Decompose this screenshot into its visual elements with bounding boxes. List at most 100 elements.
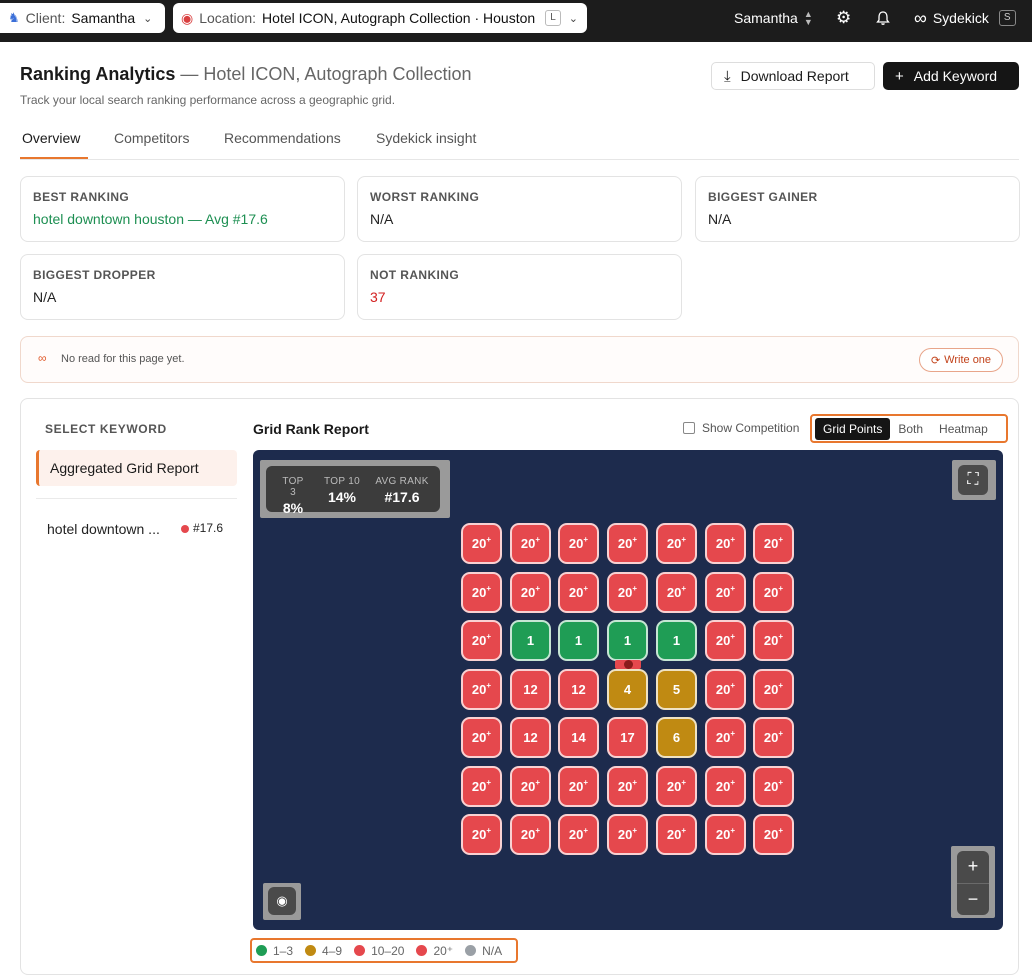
card-best-ranking: BEST RANKING hotel downtown houston — Av… (20, 176, 345, 242)
grid-point-cell[interactable]: 20 + (510, 523, 551, 564)
grid-point-cell[interactable]: 20 + (656, 523, 697, 564)
add-keyword-button[interactable]: + Add Keyword (883, 62, 1019, 90)
grid-point-cell[interactable]: 1 (656, 620, 697, 661)
chevron-down-icon: ⌄ (143, 12, 153, 25)
grid-point-cell[interactable]: 20 + (753, 766, 794, 807)
grid-point-cell[interactable]: 20 + (607, 572, 648, 613)
grid-point-cell[interactable]: 20 + (558, 572, 599, 613)
grid-point-cell[interactable]: 20 + (753, 523, 794, 564)
view-heatmap[interactable]: Heatmap (931, 418, 996, 440)
bell-icon[interactable] (875, 0, 891, 36)
grid-point-cell[interactable]: 20 + (753, 620, 794, 661)
card-value: N/A (370, 211, 394, 227)
card-label: BIGGEST DROPPER (33, 268, 156, 282)
location-selector[interactable]: ◉ Location: Hotel ICON, Autograph Collec… (173, 3, 587, 33)
sydekick-button[interactable]: ∞ Sydekick S (914, 0, 1016, 36)
refresh-icon: ⟳ (930, 354, 941, 367)
zoom-out-button[interactable]: − (957, 883, 989, 915)
location-value: Hotel ICON, Autograph Collection · Houst… (262, 10, 536, 26)
grid-point-cell[interactable]: 1 (607, 620, 648, 661)
visibility-toggle-button[interactable]: ◉ (263, 883, 301, 920)
grid-point-cell[interactable]: 20 + (705, 523, 746, 564)
grid-point-cell[interactable]: 20 + (461, 620, 502, 661)
grid-point-cell[interactable]: 20 + (753, 717, 794, 758)
grid-point-cell[interactable]: 20 + (656, 814, 697, 855)
grid-point-cell[interactable]: 20 + (705, 572, 746, 613)
legend-item: N/A (465, 944, 502, 958)
grid-point-cell[interactable]: 12 (510, 669, 551, 710)
grid-point-cell[interactable]: 20 + (705, 620, 746, 661)
grid-point-cell[interactable]: 20 + (753, 572, 794, 613)
zoom-in-button[interactable]: + (957, 851, 989, 883)
checkbox[interactable] (683, 422, 695, 434)
grid-point-cell[interactable]: 20 + (607, 766, 648, 807)
grid-point-cell[interactable]: 20 + (461, 766, 502, 807)
legend-swatch (256, 945, 267, 956)
write-one-button[interactable]: ⟳ Write one (919, 348, 1003, 372)
tab-competitors[interactable]: Competitors (114, 130, 189, 146)
legend-item: 4–9 (305, 944, 342, 958)
grid-point-cell[interactable]: 20 + (461, 669, 502, 710)
client-selector[interactable]: ♞ Client: Samantha ⌄ (0, 3, 165, 33)
grid-point-cell[interactable]: 20 + (510, 766, 551, 807)
grid-point-cell[interactable]: 20 + (558, 523, 599, 564)
grid-point-cell[interactable]: 6 (656, 717, 697, 758)
grid-point-cell[interactable]: 1 (510, 620, 551, 661)
fullscreen-button[interactable]: ⛶ (952, 460, 996, 500)
download-report-label: Download Report (740, 68, 849, 84)
view-mode-toggle: Grid Points Both Heatmap (810, 414, 1008, 443)
grid-point-cell[interactable]: 20 + (705, 669, 746, 710)
grid-point-cell[interactable]: 20 + (753, 669, 794, 710)
grid-point-cell[interactable]: 20 + (461, 523, 502, 564)
grid-point-cell[interactable]: 14 (558, 717, 599, 758)
grid-point-cell[interactable]: 1 (558, 620, 599, 661)
show-competition-toggle[interactable]: Show Competition (683, 421, 799, 435)
grid-map[interactable]: TOP 3 8% TOP 10 14% AVG RANK #17.6 ⛶ + −… (253, 450, 1003, 930)
grid-point-cell[interactable]: 12 (510, 717, 551, 758)
legend-swatch (465, 945, 477, 956)
grid-point-cell[interactable]: 20 + (461, 572, 502, 613)
grid-point-cell[interactable]: 20 + (461, 814, 502, 855)
grid-point-cell[interactable]: 20 + (607, 523, 648, 564)
card-biggest-dropper: BIGGEST DROPPER N/A (20, 254, 345, 320)
grid-point-cell[interactable]: 12 (558, 669, 599, 710)
user-name: Samantha (734, 10, 798, 26)
map-stats-panel: TOP 3 8% TOP 10 14% AVG RANK #17.6 (266, 466, 440, 516)
tab-recommendations[interactable]: Recommendations (224, 130, 341, 146)
card-not-ranking: NOT RANKING 37 (357, 254, 682, 320)
card-worst-ranking: WORST RANKING N/A (357, 176, 682, 242)
location-pin (615, 660, 641, 669)
grid-point-cell[interactable]: 20 + (656, 572, 697, 613)
infinity-icon: ∞ (38, 351, 47, 365)
grid-point-cell[interactable]: 20 + (656, 766, 697, 807)
stat-avg-rank: AVG RANK #17.6 (372, 476, 432, 505)
rank-legend: 1–3 4–9 10–20 20⁺ N/A (250, 938, 518, 963)
download-report-button[interactable]: ⤓ Download Report (711, 62, 875, 90)
user-menu[interactable]: Samantha ▲ ▼ (734, 0, 813, 36)
view-grid-points[interactable]: Grid Points (815, 417, 891, 440)
tab-sydekick-insight[interactable]: Sydekick insight (376, 130, 476, 146)
page-title-sub: — Hotel ICON, Autograph Collection (180, 64, 472, 84)
grid-point-cell[interactable]: 20 + (461, 717, 502, 758)
gear-icon[interactable]: ⚙ (836, 0, 851, 36)
grid-point-cell[interactable]: 4 (607, 669, 648, 710)
stat-top10: TOP 10 14% (322, 476, 362, 505)
grid-point-cell[interactable]: 20 + (753, 814, 794, 855)
grid-point-cell[interactable]: 20 + (558, 814, 599, 855)
chevron-down-icon: ⌄ (568, 12, 578, 25)
tab-overview[interactable]: Overview (22, 130, 80, 146)
download-icon: ⤓ (724, 67, 731, 85)
legend-swatch (305, 945, 317, 956)
grid-point-cell[interactable]: 20 + (510, 814, 551, 855)
grid-point-cell[interactable]: 5 (656, 669, 697, 710)
view-both[interactable]: Both (890, 418, 931, 440)
grid-point-cell[interactable]: 20 + (607, 814, 648, 855)
grid-point-cell[interactable]: 17 (607, 717, 648, 758)
grid-point-cell[interactable]: 20 + (558, 766, 599, 807)
grid-point-cell[interactable]: 20 + (705, 766, 746, 807)
aggregated-grid-report-item[interactable]: Aggregated Grid Report (36, 450, 237, 486)
legend-item: 20⁺ (416, 944, 453, 958)
grid-point-cell[interactable]: 20 + (510, 572, 551, 613)
grid-point-cell[interactable]: 20 + (705, 814, 746, 855)
grid-point-cell[interactable]: 20 + (705, 717, 746, 758)
